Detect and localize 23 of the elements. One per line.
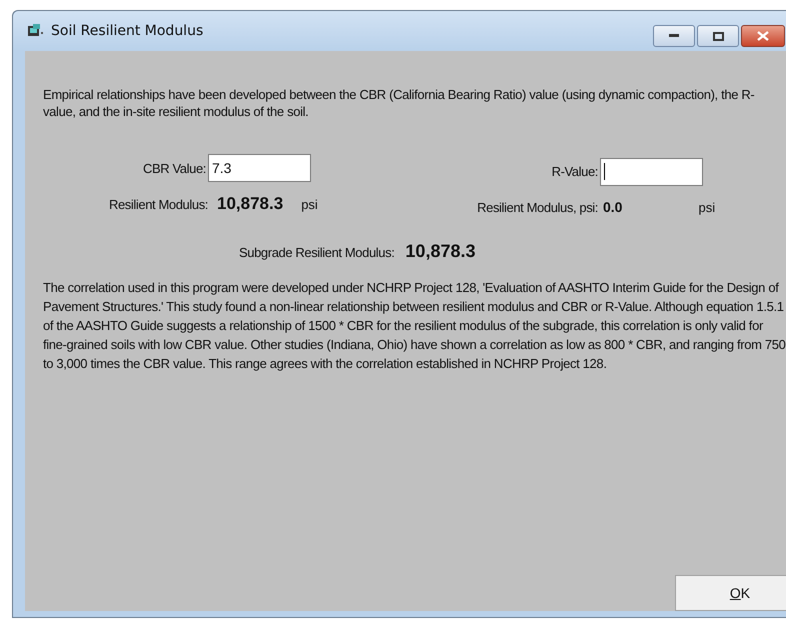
result-value: 10,878.3	[217, 194, 284, 214]
ok-button[interactable]: OK	[675, 575, 786, 611]
unit-label: psi	[301, 197, 318, 212]
input-field[interactable]	[600, 158, 703, 186]
field-label: R-Value:	[550, 164, 598, 178]
result-label: Resilient Modulus, psi:	[476, 200, 598, 215]
note-text: The correlation used in this program were developed under NCHRP Project 128, 'Evaluation of AASHTO Interim Guide for the Design of Pavement Structures.' This study found a non-linear relationship between resilient modulus and CBR or R-Value. Although equation 1.5.1 of the AASHTO Guide suggests a relationship of 1500 * CBR for the resilient modulus of the subgrade, this correlation is only valid for fine-grained soils with low CBR value. Other studies (Indiana, Ohio) have shown a correlation as low as 800 * CBR, and ranging from 750 to 3,000 times the CBR value. This range agrees with the correlation established in NCHRP Project 128.	[43, 279, 786, 373]
restore-icon	[712, 32, 724, 40]
window-title: Soil Resilient Modulus	[51, 23, 204, 39]
field-label: CBR Value:	[142, 160, 206, 176]
close-button[interactable]	[741, 25, 785, 47]
subgrade-label: Subgrade Resilient Modulus:	[239, 245, 394, 260]
app-icon	[27, 23, 45, 39]
input-field[interactable]: 7.3	[208, 154, 311, 182]
intro-text: Empirical relationships have been developed between the CBR (California Bearing Ratio) value (using dynamic compaction), the R-value, and the in-site resilient modulus of the soil.	[43, 86, 756, 120]
subgrade-value: 10,878.3	[405, 241, 476, 262]
minimize-button[interactable]	[653, 25, 695, 47]
maximize-button[interactable]	[697, 25, 739, 47]
result-label: Resilient Modulus:	[108, 197, 208, 212]
unit-label: psi	[698, 200, 716, 215]
result-value: 0.0	[603, 199, 622, 215]
close-icon	[757, 31, 769, 41]
minimize-icon	[669, 34, 679, 38]
